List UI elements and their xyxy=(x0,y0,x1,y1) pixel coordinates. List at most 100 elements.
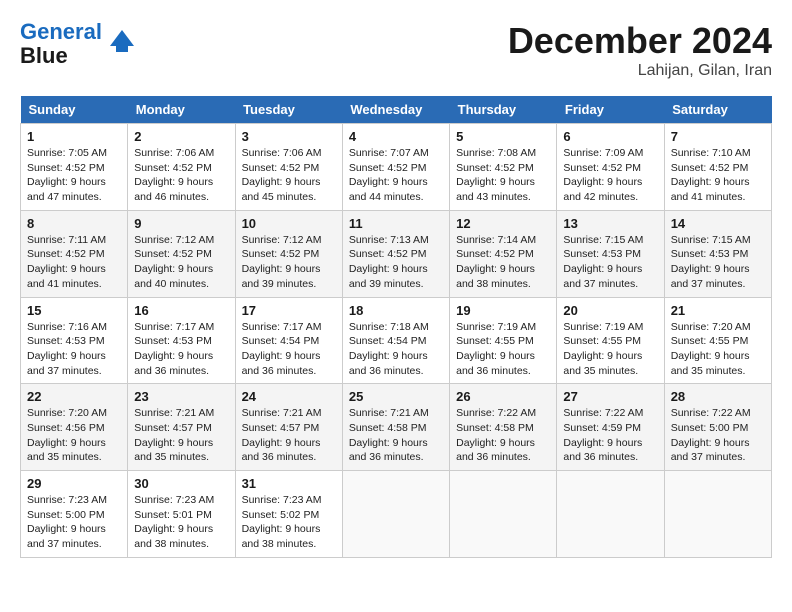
day-number: 11 xyxy=(349,216,443,231)
weekday-header-wednesday: Wednesday xyxy=(342,96,449,124)
calendar-cell: 6 Sunrise: 7:09 AM Sunset: 4:52 PM Dayli… xyxy=(557,124,664,211)
day-number: 20 xyxy=(563,303,657,318)
calendar-cell xyxy=(342,471,449,558)
weekday-header-row: SundayMondayTuesdayWednesdayThursdayFrid… xyxy=(21,96,772,124)
calendar-cell: 11 Sunrise: 7:13 AM Sunset: 4:52 PM Dayl… xyxy=(342,210,449,297)
cell-info: Sunrise: 7:23 AM Sunset: 5:01 PM Dayligh… xyxy=(134,493,228,552)
logo-text-blue: Blue xyxy=(20,43,68,68)
month-title: December 2024 xyxy=(508,20,772,62)
calendar-cell: 28 Sunrise: 7:22 AM Sunset: 5:00 PM Dayl… xyxy=(664,384,771,471)
day-number: 14 xyxy=(671,216,765,231)
weekday-header-monday: Monday xyxy=(128,96,235,124)
day-number: 31 xyxy=(242,476,336,491)
day-number: 2 xyxy=(134,129,228,144)
cell-info: Sunrise: 7:22 AM Sunset: 4:59 PM Dayligh… xyxy=(563,406,657,465)
calendar-cell: 13 Sunrise: 7:15 AM Sunset: 4:53 PM Dayl… xyxy=(557,210,664,297)
cell-info: Sunrise: 7:17 AM Sunset: 4:53 PM Dayligh… xyxy=(134,320,228,379)
day-number: 5 xyxy=(456,129,550,144)
calendar-cell: 7 Sunrise: 7:10 AM Sunset: 4:52 PM Dayli… xyxy=(664,124,771,211)
title-area: December 2024 Lahijan, Gilan, Iran xyxy=(508,20,772,80)
cell-info: Sunrise: 7:19 AM Sunset: 4:55 PM Dayligh… xyxy=(456,320,550,379)
cell-info: Sunrise: 7:14 AM Sunset: 4:52 PM Dayligh… xyxy=(456,233,550,292)
cell-info: Sunrise: 7:22 AM Sunset: 5:00 PM Dayligh… xyxy=(671,406,765,465)
cell-info: Sunrise: 7:22 AM Sunset: 4:58 PM Dayligh… xyxy=(456,406,550,465)
day-number: 8 xyxy=(27,216,121,231)
calendar-cell xyxy=(450,471,557,558)
day-number: 4 xyxy=(349,129,443,144)
day-number: 21 xyxy=(671,303,765,318)
cell-info: Sunrise: 7:08 AM Sunset: 4:52 PM Dayligh… xyxy=(456,146,550,205)
day-number: 1 xyxy=(27,129,121,144)
cell-info: Sunrise: 7:21 AM Sunset: 4:57 PM Dayligh… xyxy=(242,406,336,465)
calendar-cell: 27 Sunrise: 7:22 AM Sunset: 4:59 PM Dayl… xyxy=(557,384,664,471)
day-number: 29 xyxy=(27,476,121,491)
logo: General Blue xyxy=(20,20,138,68)
calendar-cell: 26 Sunrise: 7:22 AM Sunset: 4:58 PM Dayl… xyxy=(450,384,557,471)
day-number: 10 xyxy=(242,216,336,231)
calendar-cell: 9 Sunrise: 7:12 AM Sunset: 4:52 PM Dayli… xyxy=(128,210,235,297)
calendar-cell: 22 Sunrise: 7:20 AM Sunset: 4:56 PM Dayl… xyxy=(21,384,128,471)
cell-info: Sunrise: 7:12 AM Sunset: 4:52 PM Dayligh… xyxy=(134,233,228,292)
day-number: 15 xyxy=(27,303,121,318)
calendar-week-row: 29 Sunrise: 7:23 AM Sunset: 5:00 PM Dayl… xyxy=(21,471,772,558)
calendar-cell: 31 Sunrise: 7:23 AM Sunset: 5:02 PM Dayl… xyxy=(235,471,342,558)
calendar-cell: 3 Sunrise: 7:06 AM Sunset: 4:52 PM Dayli… xyxy=(235,124,342,211)
calendar-cell xyxy=(557,471,664,558)
calendar-cell: 29 Sunrise: 7:23 AM Sunset: 5:00 PM Dayl… xyxy=(21,471,128,558)
calendar-cell: 12 Sunrise: 7:14 AM Sunset: 4:52 PM Dayl… xyxy=(450,210,557,297)
weekday-header-tuesday: Tuesday xyxy=(235,96,342,124)
calendar-cell: 21 Sunrise: 7:20 AM Sunset: 4:55 PM Dayl… xyxy=(664,297,771,384)
cell-info: Sunrise: 7:13 AM Sunset: 4:52 PM Dayligh… xyxy=(349,233,443,292)
cell-info: Sunrise: 7:06 AM Sunset: 4:52 PM Dayligh… xyxy=(134,146,228,205)
calendar-week-row: 15 Sunrise: 7:16 AM Sunset: 4:53 PM Dayl… xyxy=(21,297,772,384)
day-number: 25 xyxy=(349,389,443,404)
day-number: 16 xyxy=(134,303,228,318)
cell-info: Sunrise: 7:07 AM Sunset: 4:52 PM Dayligh… xyxy=(349,146,443,205)
day-number: 24 xyxy=(242,389,336,404)
calendar-week-row: 8 Sunrise: 7:11 AM Sunset: 4:52 PM Dayli… xyxy=(21,210,772,297)
calendar-cell: 15 Sunrise: 7:16 AM Sunset: 4:53 PM Dayl… xyxy=(21,297,128,384)
day-number: 17 xyxy=(242,303,336,318)
calendar-cell: 16 Sunrise: 7:17 AM Sunset: 4:53 PM Dayl… xyxy=(128,297,235,384)
day-number: 22 xyxy=(27,389,121,404)
weekday-header-saturday: Saturday xyxy=(664,96,771,124)
calendar-cell: 4 Sunrise: 7:07 AM Sunset: 4:52 PM Dayli… xyxy=(342,124,449,211)
weekday-header-friday: Friday xyxy=(557,96,664,124)
calendar-cell: 14 Sunrise: 7:15 AM Sunset: 4:53 PM Dayl… xyxy=(664,210,771,297)
weekday-header-sunday: Sunday xyxy=(21,96,128,124)
day-number: 12 xyxy=(456,216,550,231)
day-number: 23 xyxy=(134,389,228,404)
cell-info: Sunrise: 7:12 AM Sunset: 4:52 PM Dayligh… xyxy=(242,233,336,292)
calendar-cell: 20 Sunrise: 7:19 AM Sunset: 4:55 PM Dayl… xyxy=(557,297,664,384)
calendar-week-row: 22 Sunrise: 7:20 AM Sunset: 4:56 PM Dayl… xyxy=(21,384,772,471)
cell-info: Sunrise: 7:20 AM Sunset: 4:56 PM Dayligh… xyxy=(27,406,121,465)
cell-info: Sunrise: 7:18 AM Sunset: 4:54 PM Dayligh… xyxy=(349,320,443,379)
cell-info: Sunrise: 7:20 AM Sunset: 4:55 PM Dayligh… xyxy=(671,320,765,379)
calendar-cell: 2 Sunrise: 7:06 AM Sunset: 4:52 PM Dayli… xyxy=(128,124,235,211)
calendar-cell: 10 Sunrise: 7:12 AM Sunset: 4:52 PM Dayl… xyxy=(235,210,342,297)
calendar-cell: 24 Sunrise: 7:21 AM Sunset: 4:57 PM Dayl… xyxy=(235,384,342,471)
day-number: 18 xyxy=(349,303,443,318)
calendar-cell: 17 Sunrise: 7:17 AM Sunset: 4:54 PM Dayl… xyxy=(235,297,342,384)
cell-info: Sunrise: 7:15 AM Sunset: 4:53 PM Dayligh… xyxy=(563,233,657,292)
logo-text-general: General xyxy=(20,19,102,44)
cell-info: Sunrise: 7:19 AM Sunset: 4:55 PM Dayligh… xyxy=(563,320,657,379)
calendar-cell: 25 Sunrise: 7:21 AM Sunset: 4:58 PM Dayl… xyxy=(342,384,449,471)
cell-info: Sunrise: 7:16 AM Sunset: 4:53 PM Dayligh… xyxy=(27,320,121,379)
calendar-cell xyxy=(664,471,771,558)
cell-info: Sunrise: 7:21 AM Sunset: 4:58 PM Dayligh… xyxy=(349,406,443,465)
cell-info: Sunrise: 7:23 AM Sunset: 5:02 PM Dayligh… xyxy=(242,493,336,552)
day-number: 28 xyxy=(671,389,765,404)
cell-info: Sunrise: 7:06 AM Sunset: 4:52 PM Dayligh… xyxy=(242,146,336,205)
cell-info: Sunrise: 7:21 AM Sunset: 4:57 PM Dayligh… xyxy=(134,406,228,465)
day-number: 13 xyxy=(563,216,657,231)
calendar-week-row: 1 Sunrise: 7:05 AM Sunset: 4:52 PM Dayli… xyxy=(21,124,772,211)
logo-icon xyxy=(106,26,138,58)
cell-info: Sunrise: 7:17 AM Sunset: 4:54 PM Dayligh… xyxy=(242,320,336,379)
day-number: 19 xyxy=(456,303,550,318)
cell-info: Sunrise: 7:09 AM Sunset: 4:52 PM Dayligh… xyxy=(563,146,657,205)
calendar-cell: 8 Sunrise: 7:11 AM Sunset: 4:52 PM Dayli… xyxy=(21,210,128,297)
day-number: 6 xyxy=(563,129,657,144)
weekday-header-thursday: Thursday xyxy=(450,96,557,124)
day-number: 27 xyxy=(563,389,657,404)
